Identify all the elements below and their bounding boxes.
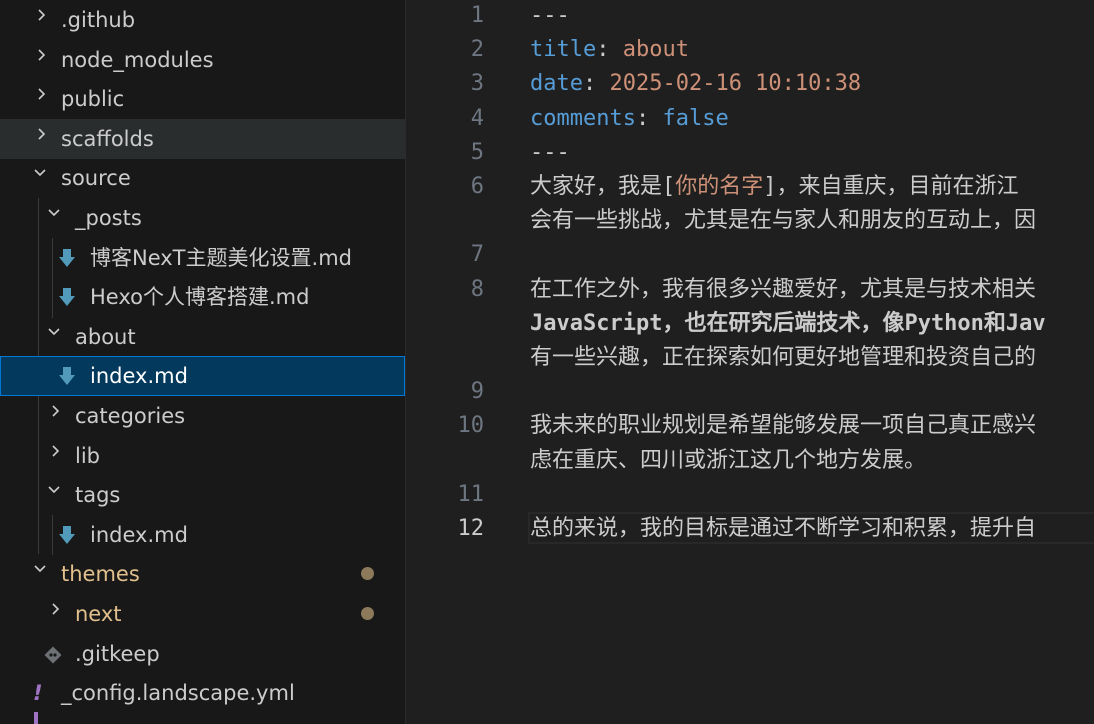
tree-item-source-folder[interactable]: source <box>0 158 405 198</box>
tree-item-label: scaffolds <box>61 127 154 151</box>
yaml-value: false <box>662 106 729 131</box>
line-number: 6 <box>470 174 484 199</box>
code-line-wrap: 会有一些挑战，尤其是在与家人和朋友的互动上，因 <box>530 208 1037 233</box>
tree-item-posts-folder[interactable]: _posts <box>0 198 405 238</box>
line-number: 7 <box>470 242 484 267</box>
chevron-right-icon <box>38 9 46 21</box>
tree-item-config-yml-file[interactable]: ! _config.landscape.yml <box>0 673 405 713</box>
markdown-file-icon <box>59 526 75 544</box>
chevron-down-icon <box>48 328 60 336</box>
yaml-key: title <box>530 37 597 62</box>
tree-item-next-folder[interactable]: next <box>0 594 405 634</box>
text-segment: 大家好，我是[ <box>530 174 676 199</box>
code-line-wrap: 虑在重庆、四川或浙江这几个地方发展。 <box>530 448 927 473</box>
tree-item-about-folder[interactable]: about <box>0 317 405 357</box>
markdown-file-icon <box>59 288 75 306</box>
yaml-value: 2025-02-16 10:10:38 <box>609 71 862 96</box>
tree-item-label: index.md <box>90 364 188 388</box>
yaml-file-icon: ! <box>33 681 43 705</box>
yaml-colon: : <box>582 71 610 96</box>
tree-item-tags-folder[interactable]: tags <box>0 475 405 515</box>
chevron-right-icon <box>52 445 60 457</box>
line-number: 10 <box>457 413 485 438</box>
code-line: --- <box>530 138 570 168</box>
tree-item-scaffolds-folder[interactable]: scaffolds <box>0 119 405 159</box>
git-file-icon <box>44 646 62 664</box>
chevron-down-icon <box>34 169 46 177</box>
chevron-right-icon <box>38 88 46 100</box>
tree-item-label: source <box>61 166 131 190</box>
chevron-down-icon <box>34 565 46 573</box>
code-line-current: 总的来说，我的目标是通过不断学习和积累，提升自 <box>530 516 1037 541</box>
tree-item-label: .gitkeep <box>75 642 160 666</box>
tree-item-label: public <box>61 87 125 111</box>
modified-dot-icon <box>361 567 374 580</box>
code-line-wrap: 有一些兴趣，正在探索如何更好地管理和投资自己的 <box>530 345 1037 370</box>
code-line-wrap: JavaScript，也在研究后端技术，像Python和Jav <box>530 311 1046 336</box>
tree-item-gitkeep-file[interactable]: .gitkeep <box>0 634 405 674</box>
tree-item-label: index.md <box>90 523 188 547</box>
chevron-down-icon <box>48 486 60 494</box>
tree-item-markdown-file[interactable]: 博客NexT主题美化设置.md <box>0 238 405 278</box>
code-line: date: 2025-02-16 10:10:38 <box>530 69 861 99</box>
line-number: 5 <box>470 140 484 165</box>
tree-item-label: about <box>75 325 136 349</box>
tree-item-label: _posts <box>75 206 142 230</box>
tree-item-label: lib <box>75 444 100 468</box>
yaml-key: comments <box>530 106 636 131</box>
tree-item-markdown-file[interactable]: Hexo个人博客搭建.md <box>0 277 405 317</box>
link-text: 你的名字 <box>675 174 764 199</box>
tree-item-label: next <box>75 602 122 626</box>
front-matter-delimiter: --- <box>530 3 570 28</box>
yaml-colon: : <box>635 106 663 131</box>
code-editor[interactable]: 1 2 3 4 5 6 7 8 9 10 11 12 --- title: ab… <box>406 0 1094 724</box>
chevron-right-icon <box>52 405 60 417</box>
text-segment: ]，来自重庆，目前在浙江 <box>763 174 1019 199</box>
chevron-down-icon <box>48 209 60 217</box>
tree-item-label: themes <box>61 562 140 586</box>
tree-item-themes-folder[interactable]: themes <box>0 554 405 594</box>
tree-item-label: .github <box>61 8 136 32</box>
chevron-right-icon <box>52 603 60 615</box>
code-line: 在工作之外，我有很多兴趣爱好，尤其是与技术相关 <box>530 277 1037 302</box>
line-number: 3 <box>470 71 484 96</box>
explorer-panel: .github node_modules public scaffolds so… <box>0 0 406 724</box>
code-line: comments: false <box>530 104 729 134</box>
chevron-right-icon <box>38 49 46 61</box>
line-number: 9 <box>470 379 484 404</box>
line-number: 11 <box>457 482 485 507</box>
modified-dot-icon <box>361 607 374 620</box>
line-number: 2 <box>470 37 484 62</box>
code-line: 大家好，我是[你的名字]，来自重庆，目前在浙江 <box>530 172 1019 202</box>
tree-item-label: _config.landscape.yml <box>61 681 295 705</box>
markdown-file-icon <box>59 249 75 267</box>
tree-item-label: Hexo个人博客搭建.md <box>90 285 310 309</box>
tree-item-github-folder[interactable]: .github <box>0 0 405 40</box>
yaml-file-icon <box>34 712 38 724</box>
line-number: 8 <box>470 277 484 302</box>
tree-item-label: tags <box>75 483 121 507</box>
code-line: title: about <box>530 35 689 65</box>
code-line: 我未来的职业规划是希望能够发展一项自己真正感兴 <box>530 413 1037 438</box>
tree-item-label: node_modules <box>61 48 214 72</box>
markdown-file-icon <box>59 367 75 385</box>
tree-item-about-index-file[interactable]: index.md <box>0 356 405 396</box>
line-number: 4 <box>470 106 484 131</box>
code-line: --- <box>530 1 570 31</box>
tree-item-node-modules-folder[interactable]: node_modules <box>0 40 405 80</box>
tree-item-tags-index-file[interactable]: index.md <box>0 515 405 555</box>
tree-item-lib-folder[interactable]: lib <box>0 436 405 476</box>
tree-item-label: categories <box>75 404 186 428</box>
yaml-value: about <box>622 37 689 62</box>
tree-item-label: 博客NexT主题美化设置.md <box>90 246 352 270</box>
yaml-key: date <box>530 71 583 96</box>
line-number: 1 <box>470 3 484 28</box>
front-matter-delimiter: --- <box>530 140 570 165</box>
tree-item-categories-folder[interactable]: categories <box>0 396 405 436</box>
yaml-colon: : <box>596 37 623 62</box>
tree-item-public-folder[interactable]: public <box>0 79 405 119</box>
chevron-right-icon <box>38 128 46 140</box>
line-number-current: 12 <box>457 516 485 541</box>
